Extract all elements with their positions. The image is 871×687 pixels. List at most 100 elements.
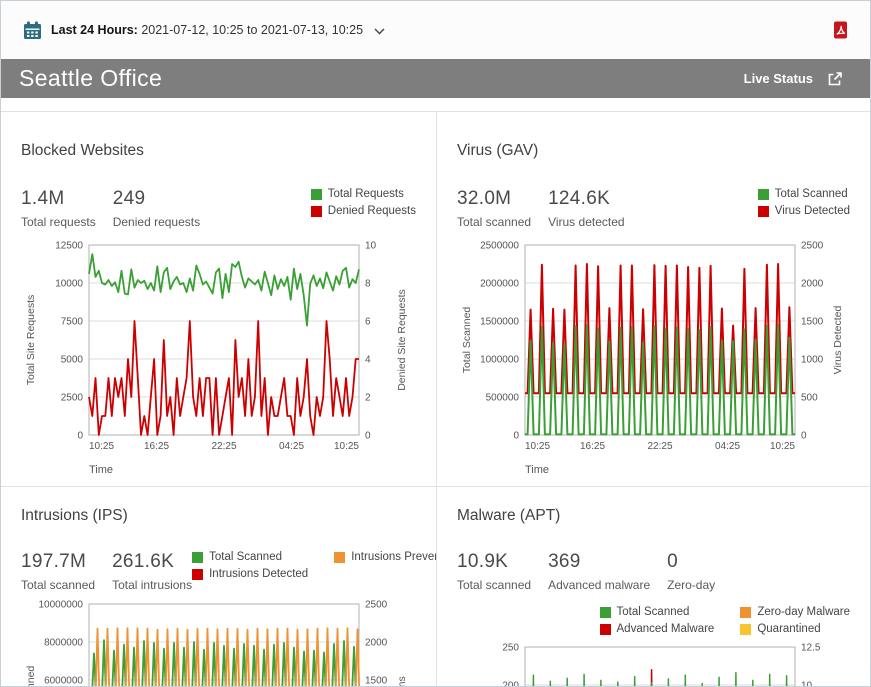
stat: 124.6K Virus detected bbox=[548, 188, 625, 229]
legend-label: Total Scanned bbox=[775, 188, 848, 200]
stat-value: 249 bbox=[113, 188, 200, 210]
stat-label: Advanced malware bbox=[548, 578, 650, 592]
svg-text:5000: 5000 bbox=[61, 355, 84, 366]
svg-text:6000000: 6000000 bbox=[44, 676, 83, 687]
stat: 1.4M Total requests bbox=[21, 188, 96, 229]
date-range-picker[interactable]: Last 24 Hours: 2021-07-12, 10:25 to 2021… bbox=[23, 21, 385, 40]
svg-text:0: 0 bbox=[77, 431, 83, 442]
malware-apt-chart: 05010015020025002.557.51012.510:2516:252… bbox=[457, 639, 849, 687]
legend-swatch bbox=[600, 624, 611, 635]
svg-text:Total Scanned: Total Scanned bbox=[25, 666, 37, 687]
svg-text:2500: 2500 bbox=[365, 600, 388, 611]
svg-text:1000: 1000 bbox=[801, 355, 824, 366]
svg-text:1500000: 1500000 bbox=[480, 317, 519, 328]
stats-group: 10.9K Total scanned 369 Advanced malware… bbox=[457, 551, 715, 592]
legend-item: Intrusions Prevented bbox=[334, 551, 437, 563]
svg-text:16:25: 16:25 bbox=[144, 441, 169, 452]
svg-text:0: 0 bbox=[365, 431, 371, 442]
svg-text:Time: Time bbox=[89, 464, 113, 476]
svg-text:4: 4 bbox=[365, 355, 371, 366]
stat-label: Total scanned bbox=[21, 578, 95, 592]
panel-intrusions-ips: Intrusions (IPS) 197.7M Total scanned 26… bbox=[1, 487, 437, 687]
svg-text:1000000: 1000000 bbox=[480, 355, 519, 366]
svg-text:2500: 2500 bbox=[801, 241, 824, 252]
stat-label: Denied requests bbox=[113, 215, 200, 229]
svg-text:Intrusions: Intrusions bbox=[396, 676, 408, 687]
live-status-button[interactable]: Live Status bbox=[744, 70, 844, 88]
legend-swatch bbox=[192, 569, 203, 580]
stat: 197.7M Total scanned bbox=[21, 551, 95, 592]
top-bar: Last 24 Hours: 2021-07-12, 10:25 to 2021… bbox=[1, 1, 870, 59]
svg-text:10:25: 10:25 bbox=[525, 441, 550, 452]
stats-group: 1.4M Total requests 249 Denied requests bbox=[21, 188, 200, 229]
svg-text:Total Site Requests: Total Site Requests bbox=[25, 295, 37, 385]
stat-value: 0 bbox=[667, 551, 715, 573]
legend-label: Denied Requests bbox=[328, 205, 416, 217]
svg-text:10000: 10000 bbox=[55, 279, 83, 290]
dashboard-page: Last 24 Hours: 2021-07-12, 10:25 to 2021… bbox=[0, 0, 871, 687]
svg-text:6: 6 bbox=[365, 317, 371, 328]
svg-text:250: 250 bbox=[502, 643, 519, 654]
svg-text:10: 10 bbox=[365, 241, 377, 252]
virus-gav-chart: 0500000100000015000002000000250000005001… bbox=[457, 237, 849, 477]
legend-swatch bbox=[334, 552, 345, 563]
stat: 32.0M Total scanned bbox=[457, 188, 531, 229]
svg-text:1500: 1500 bbox=[801, 317, 824, 328]
legend-label: Zero-day Malware bbox=[757, 606, 850, 618]
stat-label: Virus detected bbox=[548, 215, 625, 229]
stat: 0 Zero-day bbox=[667, 551, 715, 592]
svg-text:2000000: 2000000 bbox=[480, 279, 519, 290]
stat-value: 369 bbox=[548, 551, 650, 573]
svg-text:Denied Site Requests: Denied Site Requests bbox=[396, 289, 408, 391]
svg-text:16:25: 16:25 bbox=[580, 441, 605, 452]
svg-text:0: 0 bbox=[513, 431, 519, 442]
stat: 261.6K Total intrusions bbox=[112, 551, 192, 592]
chart-legend: Total Scanned Zero-day Malware Advanced … bbox=[600, 606, 850, 635]
stat-value: 10.9K bbox=[457, 551, 531, 573]
stat: 369 Advanced malware bbox=[548, 551, 650, 592]
legend-label: Intrusions Detected bbox=[209, 568, 308, 580]
svg-text:2000: 2000 bbox=[801, 279, 824, 290]
stat-label: Total requests bbox=[21, 215, 96, 229]
legend-label: Virus Detected bbox=[775, 205, 850, 217]
legend-row: Total Scanned Zero-day Malware Advanced … bbox=[457, 606, 850, 635]
legend-swatch bbox=[311, 206, 322, 217]
export-pdf-icon bbox=[833, 21, 848, 39]
stat-value: 124.6K bbox=[548, 188, 625, 210]
svg-text:04:25: 04:25 bbox=[279, 441, 304, 452]
stats-group: 197.7M Total scanned 261.6K Total intrus… bbox=[21, 551, 192, 592]
calendar-icon bbox=[23, 21, 42, 40]
legend-swatch bbox=[758, 206, 769, 217]
stat: 10.9K Total scanned bbox=[457, 551, 531, 592]
legend-swatch bbox=[311, 189, 322, 200]
stat-value: 261.6K bbox=[112, 551, 192, 573]
legend-label: Total Scanned bbox=[209, 551, 282, 563]
legend-label: Quarantined bbox=[757, 623, 820, 635]
stats-row: 10.9K Total scanned 369 Advanced malware… bbox=[457, 551, 850, 592]
stat-value: 32.0M bbox=[457, 188, 531, 210]
panel-title: Malware (APT) bbox=[457, 507, 850, 525]
legend-swatch bbox=[740, 624, 751, 635]
chart-legend: Total Scanned Intrusions Prevented Intru… bbox=[192, 551, 437, 580]
svg-text:2: 2 bbox=[365, 393, 371, 404]
panel-blocked-websites: Blocked Websites 1.4M Total requests 249… bbox=[1, 112, 437, 487]
svg-text:12500: 12500 bbox=[55, 241, 83, 252]
stats-group: 32.0M Total scanned 124.6K Virus detecte… bbox=[457, 188, 625, 229]
export-pdf-button[interactable] bbox=[833, 21, 848, 39]
legend-label: Total Scanned bbox=[617, 606, 690, 618]
svg-text:10: 10 bbox=[801, 681, 813, 687]
svg-text:2500: 2500 bbox=[61, 393, 84, 404]
panel-title: Intrusions (IPS) bbox=[21, 507, 416, 525]
banner-spacer bbox=[1, 98, 870, 111]
svg-text:1500: 1500 bbox=[365, 676, 388, 687]
legend-item: Denied Requests bbox=[311, 205, 416, 217]
legend-label: Total Requests bbox=[328, 188, 404, 200]
panel-malware-apt: Malware (APT) 10.9K Total scanned 369 Ad… bbox=[437, 487, 870, 687]
chevron-down-icon bbox=[374, 28, 385, 35]
chart-legend: Total Requests Denied Requests bbox=[311, 188, 416, 217]
stat-label: Zero-day bbox=[667, 578, 715, 592]
stat-label: Total scanned bbox=[457, 215, 531, 229]
svg-text:7500: 7500 bbox=[61, 317, 84, 328]
chart-legend: Total Scanned Virus Detected bbox=[758, 188, 850, 217]
stat-value: 1.4M bbox=[21, 188, 96, 210]
